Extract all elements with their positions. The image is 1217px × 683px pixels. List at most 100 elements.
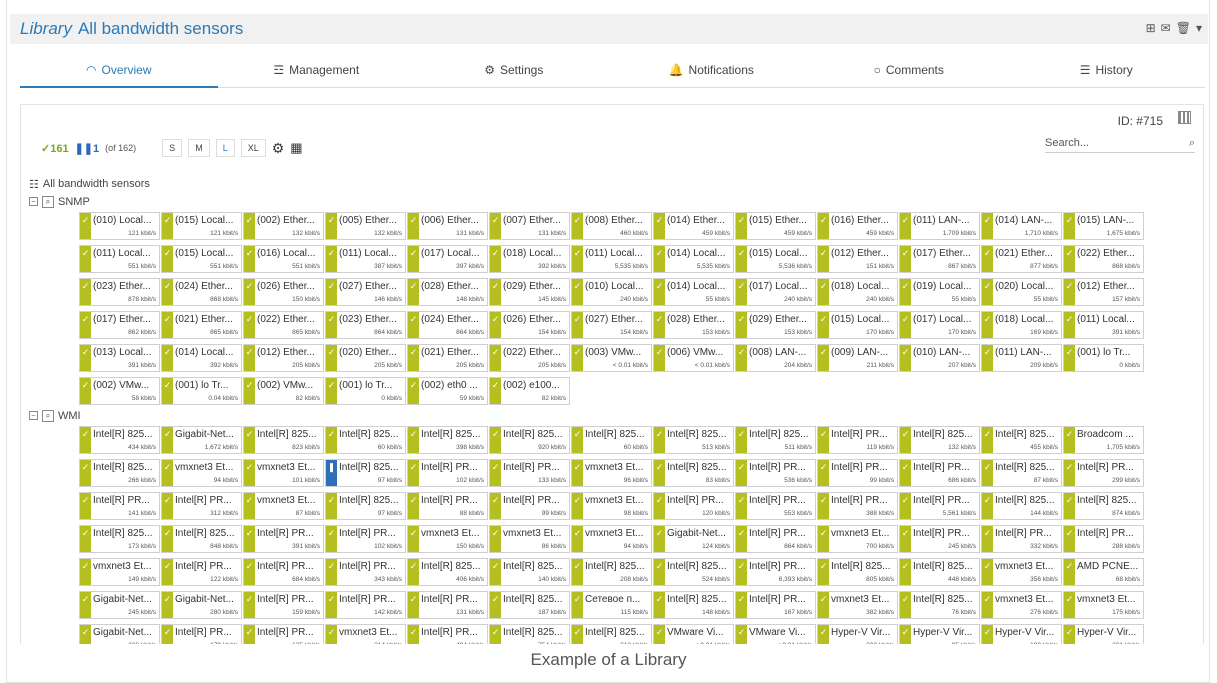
sensor-tile[interactable]: ✓ Gigabit-Net... 124 kbit/s (653, 525, 734, 553)
sensor-tile[interactable]: ✓ (006) Ether... 131 kbit/s (407, 212, 488, 240)
sensor-tile[interactable]: ✓ (010) Local... 240 kbit/s (571, 278, 652, 306)
paused-count[interactable]: ❚❚1 (75, 142, 100, 155)
sensor-tile[interactable]: ✓ (024) Ether... 864 kbit/s (407, 311, 488, 339)
sensor-tile[interactable]: ✓ (015) Local... 170 kbit/s (817, 311, 898, 339)
sensor-tile[interactable]: ✓ (005) Ether... 132 kbit/s (325, 212, 406, 240)
sensor-tile[interactable]: ✓ (014) Local... 392 kbit/s (161, 344, 242, 372)
sensor-tile[interactable]: ✓ Intel[R] PR... 102 kbit/s (325, 525, 406, 553)
sensor-tile[interactable]: ✓ (014) Local... 55 kbit/s (653, 278, 734, 306)
sensor-tile[interactable]: ✓ (016) Local... 551 kbit/s (243, 245, 324, 273)
sensor-tile[interactable]: ✓ vmxnet3 Et... 356 kbit/s (981, 558, 1062, 586)
sensor-tile[interactable]: ✓ (015) Ether... 459 kbit/s (735, 212, 816, 240)
sensor-tile[interactable]: ✓Intel[R] PR... 179 kbit/s (161, 624, 242, 644)
sensor-tile[interactable]: ✓ (008) LAN-... 204 kbit/s (735, 344, 816, 372)
tab-settings[interactable]: ⚙ Settings (415, 52, 613, 87)
sensor-tile[interactable]: ✓ (028) Ether... 153 kbit/s (653, 311, 734, 339)
tab-notifications[interactable]: 🔔 Notifications (613, 52, 811, 87)
sensor-tile[interactable]: ✓ vmxnet3 Et... 96 kbit/s (571, 459, 652, 487)
sensor-tile[interactable]: ✓ Intel[R] 825... 173 kbit/s (79, 525, 160, 553)
sensor-tile[interactable]: ✓ (022) Ether... 205 kbit/s (489, 344, 570, 372)
sensor-tile[interactable]: ✓ (020) Ether... 205 kbit/s (325, 344, 406, 372)
sensor-tile[interactable]: ✓ (020) Local... 55 kbit/s (981, 278, 1062, 306)
sensor-tile[interactable]: ✓ Intel[R] PR... 167 kbit/s (735, 591, 816, 619)
sensor-tile[interactable]: ✓ Intel[R] 825... 148 kbit/s (653, 591, 734, 619)
sensor-tile[interactable]: ✓ (008) Ether... 460 kbit/s (571, 212, 652, 240)
sensor-tile[interactable]: ✓ (023) Ether... 878 kbit/s (79, 278, 160, 306)
sensor-tile[interactable]: ✓ (017) Local... 170 kbit/s (899, 311, 980, 339)
sensor-tile[interactable]: ✓ Intel[R] 825... 60 kbit/s (325, 426, 406, 454)
sensor-tile[interactable]: ✓ (001) lo Tr... 0 kbit/s (1063, 344, 1144, 372)
sensor-tile[interactable]: ✓ (012) Ether... 205 kbit/s (243, 344, 324, 372)
sensor-tile[interactable]: ✓ (011) LAN-... 1,709 kbit/s (899, 212, 980, 240)
sensor-tile[interactable]: ✓ Intel[R] 825... 434 kbit/s (79, 426, 160, 454)
sensor-tile[interactable]: ✓ (002) Ether... 132 kbit/s (243, 212, 324, 240)
settings-icon[interactable]: ⚙ (272, 140, 285, 157)
sensor-tile[interactable]: ✓ (021) Ether... 865 kbit/s (161, 311, 242, 339)
caret-down-icon[interactable]: ▾ (1196, 21, 1202, 35)
sensor-tile[interactable]: ✓ Intel[R] 825... 97 kbit/s (325, 492, 406, 520)
sensor-tile[interactable]: ✓ (022) Ether... 868 kbit/s (1063, 245, 1144, 273)
sensor-tile[interactable]: ✓ Intel[R] PR... 120 kbit/s (653, 492, 734, 520)
sensor-tile[interactable]: ✓ Intel[R] 825... 187 kbit/s (489, 591, 570, 619)
sensor-tile[interactable]: ✓Hyper-V Vir... 201 kbit/s (1063, 624, 1144, 644)
sensor-tile[interactable]: ✓ Intel[R] 825... 511 kbit/s (735, 426, 816, 454)
sensor-tile[interactable]: ✓ (015) Local... 5,536 kbit/s (735, 245, 816, 273)
group-header[interactable]: − ⌕ SNMP (29, 195, 1199, 208)
sensor-tile[interactable]: ✓ (018) Local... 392 kbit/s (489, 245, 570, 273)
sensor-tile[interactable]: ✓ (003) VMw... < 0.01 kbit/s (571, 344, 652, 372)
sensor-tile[interactable]: ✓ Intel[R] 825... 448 kbit/s (899, 558, 980, 586)
sensor-tile[interactable]: ✓ Intel[R] PR... 133 kbit/s (489, 459, 570, 487)
sensor-tile[interactable]: ✓ vmxnet3 Et... 98 kbit/s (571, 492, 652, 520)
sensor-tile[interactable]: ✓ (007) Ether... 131 kbit/s (489, 212, 570, 240)
sensor-tile[interactable]: ✓VMware Vi... < 0.01 kbit/s (735, 624, 816, 644)
sensor-tile[interactable]: ✓ (019) Local... 55 kbit/s (899, 278, 980, 306)
size-xl-button[interactable]: XL (240, 139, 266, 157)
sensor-tile[interactable]: ✓ (002) VMw... 58 kbit/s (79, 377, 160, 405)
sensor-tile[interactable]: ✓ (006) VMw... < 0.01 kbit/s (653, 344, 734, 372)
sensor-tile[interactable]: ✓ Intel[R] PR... 388 kbit/s (817, 492, 898, 520)
sensor-tile[interactable]: ✓ AMD PCNE... 68 kbit/s (1063, 558, 1144, 586)
search-input[interactable]: Search... ⌕ (1045, 137, 1195, 153)
sensor-tile[interactable]: ✓ vmxnet3 Et... 87 kbit/s (243, 492, 324, 520)
sensor-tile[interactable]: ✓ Intel[R] 825... 266 kbit/s (79, 459, 160, 487)
sensor-tile[interactable]: ✓ Gigabit-Net... 1,672 kbit/s (161, 426, 242, 454)
sensor-tile[interactable]: ✓ Intel[R] 825... 83 kbit/s (653, 459, 734, 487)
sensor-tile[interactable]: ✓ (018) Local... 240 kbit/s (817, 278, 898, 306)
sensor-tile[interactable]: ✓Hyper-V Vir... 202 kbit/s (817, 624, 898, 644)
sensor-tile[interactable]: ✓ vmxnet3 Et... 149 kbit/s (79, 558, 160, 586)
sensor-tile[interactable]: ✓ Intel[R] 825... 144 kbit/s (981, 492, 1062, 520)
sensor-tile[interactable]: ✓ Intel[R] 825... 848 kbit/s (161, 525, 242, 553)
sensor-tile[interactable]: ✓ Intel[R] PR... 299 kbit/s (1063, 459, 1144, 487)
sensor-tile[interactable]: ✓ Intel[R] 825... 87 kbit/s (981, 459, 1062, 487)
sensor-tile[interactable]: ✓ (011) Local... 551 kbit/s (79, 245, 160, 273)
sensor-tile[interactable]: ✓ Intel[R] PR... 536 kbit/s (735, 459, 816, 487)
sensor-tile[interactable]: ✓ Gigabit-Net... 245 kbit/s (79, 591, 160, 619)
sensor-tile[interactable]: ✓ Intel[R] 825... 406 kbit/s (407, 558, 488, 586)
sensor-tile[interactable]: ✓ Intel[R] 825... 455 kbit/s (981, 426, 1062, 454)
trash-icon[interactable]: 🗑 (1176, 21, 1191, 35)
sensor-tile[interactable]: ✓ (016) Ether... 459 kbit/s (817, 212, 898, 240)
sensor-tile[interactable]: ✓Intel[R] 825... 210 kbit/s (571, 624, 652, 644)
size-l-button[interactable]: L (215, 139, 235, 157)
sensor-tile[interactable]: ✓ (024) Ether... 868 kbit/s (161, 278, 242, 306)
sensor-tile[interactable]: ✓ Intel[R] PR... 343 kbit/s (325, 558, 406, 586)
sensor-tile[interactable]: ✓ (029) Ether... 153 kbit/s (735, 311, 816, 339)
sensor-tile[interactable]: ✓ (002) eth0 ... 59 kbit/s (407, 377, 488, 405)
sensor-tile[interactable]: ✓ (001) lo Tr... 0.04 kbit/s (161, 377, 242, 405)
sensor-tile[interactable]: ✓ Intel[R] 825... 398 kbit/s (407, 426, 488, 454)
sensor-tile[interactable]: ✓ Intel[R] PR... 5,561 kbit/s (899, 492, 980, 520)
ok-count[interactable]: ✓161 (41, 142, 69, 155)
sensor-tile[interactable]: ✓ (022) Ether... 865 kbit/s (243, 311, 324, 339)
tab-history[interactable]: ☰ History (1008, 52, 1206, 87)
sensor-tile[interactable]: ✓ Intel[R] PR... 159 kbit/s (243, 591, 324, 619)
sensor-tile[interactable]: ✓ (014) Local... 5,535 kbit/s (653, 245, 734, 273)
sensor-tile[interactable]: ✓ (010) Local... 121 kbit/s (79, 212, 160, 240)
sensor-tile[interactable]: ✓ Intel[R] 825... 140 kbit/s (489, 558, 570, 586)
sensor-tile[interactable]: ✓ (011) Local... 5,535 kbit/s (571, 245, 652, 273)
sensor-tile[interactable]: ✓ vmxnet3 Et... 94 kbit/s (571, 525, 652, 553)
sensor-tile[interactable]: ✓ Intel[R] 825... 76 kbit/s (899, 591, 980, 619)
sensor-tile[interactable]: ✓ Intel[R] 825... 132 kbit/s (899, 426, 980, 454)
sensor-tile[interactable]: ✓ (013) Local... 391 kbit/s (79, 344, 160, 372)
sensor-tile[interactable]: ✓ Intel[R] PR... 119 kbit/s (817, 426, 898, 454)
sensor-tile[interactable]: ✓ vmxnet3 Et... 276 kbit/s (981, 591, 1062, 619)
